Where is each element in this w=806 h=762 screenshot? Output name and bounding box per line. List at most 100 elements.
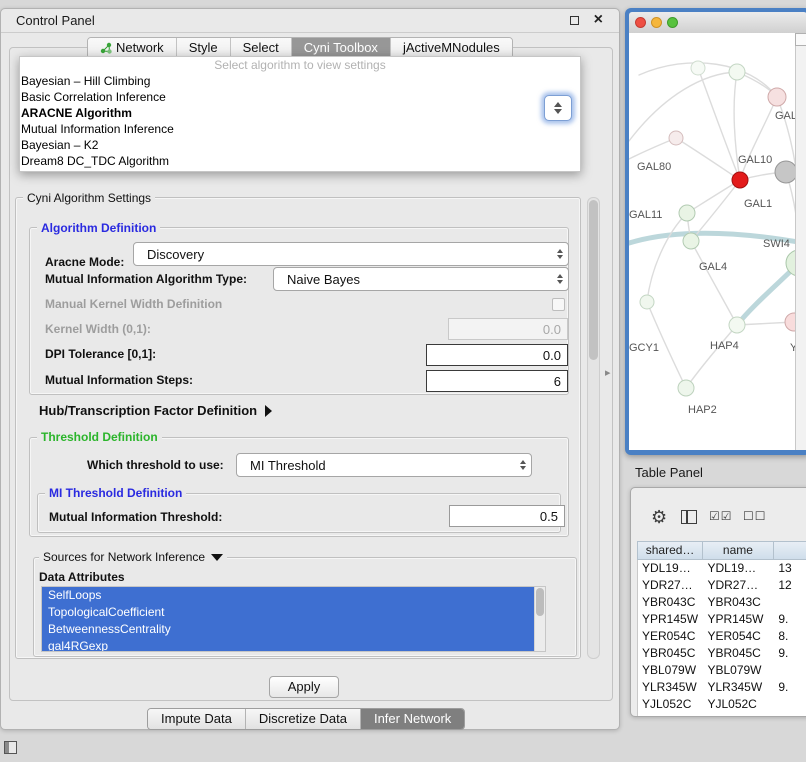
float-window-icon[interactable]	[570, 16, 579, 25]
table-row[interactable]: YDR27…YDR27…12	[638, 577, 806, 594]
table-cell: YDL19…	[638, 560, 703, 577]
close-button[interactable]	[635, 17, 646, 28]
table-row[interactable]: YPR145WYPR145W9.	[638, 611, 806, 628]
network-edge[interactable]	[676, 138, 740, 180]
network-node[interactable]	[691, 61, 705, 75]
network-node[interactable]	[683, 233, 699, 249]
network-edge[interactable]	[629, 138, 676, 159]
network-node-label: GCY1	[629, 342, 659, 354]
network-node[interactable]	[775, 161, 797, 183]
zoom-button[interactable]	[667, 17, 678, 28]
tab-cyni-toolbox[interactable]: Cyni Toolbox	[292, 38, 391, 58]
aracne-mode-combobox[interactable]: Discovery	[133, 242, 569, 266]
column-header-extra[interactable]	[774, 542, 806, 559]
algorithm-option[interactable]: ARACNE Algorithm	[20, 105, 580, 121]
aracne-mode-label: Aracne Mode:	[45, 254, 124, 270]
algorithm-option[interactable]: Bayesian – Hill Climbing	[20, 73, 580, 89]
table-row[interactable]: YBR045CYBR045C9.	[638, 645, 806, 662]
settings-scrollbar[interactable]	[587, 197, 600, 659]
network-node[interactable]	[678, 380, 694, 396]
algorithm-option[interactable]: Mutual Information Inference	[20, 121, 580, 137]
table-row[interactable]: YDL19…YDL19…13	[638, 560, 806, 577]
tab-label: jActiveMNodules	[403, 38, 500, 58]
table-row[interactable]: YBR043CYBR043C	[638, 594, 806, 611]
data-attribute-item[interactable]: SelfLoops	[42, 587, 534, 604]
data-attributes-list[interactable]: SelfLoopsTopologicalCoefficientBetweenne…	[41, 586, 546, 652]
mi-threshold-field[interactable]: 0.5	[449, 505, 565, 527]
algorithm-option[interactable]: Bayesian – K2	[20, 137, 580, 153]
network-node-label: GAL4	[699, 261, 727, 273]
network-node[interactable]	[732, 172, 748, 188]
dpi-tolerance-label: DPI Tolerance [0,1]:	[45, 346, 156, 362]
manual-kernel-checkbox[interactable]	[552, 298, 565, 311]
network-scroll-up-button[interactable]	[795, 33, 806, 46]
tab-style[interactable]: Style	[177, 38, 231, 58]
column-header-shared-[interactable]: shared…	[638, 542, 703, 559]
table-cell	[774, 696, 806, 713]
bottom-tab-infer-network[interactable]: Infer Network	[361, 709, 464, 729]
hub-definition-toggle[interactable]: Hub/Transcription Factor Definition	[39, 403, 272, 419]
network-node[interactable]	[679, 205, 695, 221]
network-edge[interactable]	[691, 241, 737, 325]
dpi-tolerance-field[interactable]: 0.0	[426, 344, 568, 366]
table-row[interactable]: YLR345WYLR345W9.	[638, 679, 806, 696]
restore-panel-icon[interactable]	[4, 741, 17, 754]
deselect-all-checks-icon[interactable]: ☐☐	[743, 509, 767, 523]
tab-jactivemnodules[interactable]: jActiveMNodules	[391, 38, 512, 58]
sources-toggle[interactable]: Sources for Network Inference	[39, 550, 227, 564]
panel-title: Control Panel	[16, 13, 95, 28]
data-attribute-item[interactable]: gal4RGexp	[42, 638, 534, 652]
close-panel-icon[interactable]: ×	[594, 11, 603, 29]
node-table: shared…name YDL19…YDL19…13YDR27…YDR27…12…	[637, 541, 806, 716]
stepper-up-icon	[554, 102, 562, 107]
network-node[interactable]	[640, 295, 654, 309]
network-edge[interactable]	[686, 325, 737, 388]
data-attribute-item[interactable]: TopologicalCoefficient	[42, 604, 534, 621]
network-edge[interactable]	[687, 180, 740, 213]
mi-type-combobox[interactable]: Naive Bayes	[273, 267, 569, 291]
column-header-name[interactable]: name	[703, 542, 774, 559]
bottom-tab-impute-data[interactable]: Impute Data	[148, 709, 246, 729]
table-cell: 13	[774, 560, 806, 577]
network-edge[interactable]	[639, 63, 777, 97]
column-selector-icon[interactable]	[681, 510, 697, 524]
attributes-scrollbar[interactable]	[534, 587, 545, 651]
apply-button[interactable]: Apply	[269, 676, 339, 698]
tab-network[interactable]: Network	[88, 38, 177, 58]
network-edge[interactable]	[647, 213, 687, 302]
network-window-titlebar[interactable]	[629, 12, 806, 33]
network-scrollbar[interactable]	[795, 33, 806, 450]
network-node[interactable]	[768, 88, 786, 106]
algorithm-option[interactable]: Dream8 DC_TDC Algorithm	[20, 153, 580, 169]
panel-splitter-arrow-icon[interactable]: ▸	[605, 366, 611, 379]
network-node[interactable]	[729, 317, 745, 333]
network-node[interactable]	[729, 64, 745, 80]
control-panel-titlebar[interactable]: Control Panel ×	[1, 9, 619, 33]
attributes-scrollbar-thumb[interactable]	[536, 588, 544, 616]
minimize-button[interactable]	[651, 17, 662, 28]
data-attribute-item[interactable]: BetweennessCentrality	[42, 621, 534, 638]
network-node[interactable]	[669, 131, 683, 145]
tab-select[interactable]: Select	[231, 38, 292, 58]
hub-definition-label: Hub/Transcription Factor Definition	[39, 403, 257, 418]
tab-label: Network	[116, 38, 164, 58]
algorithm-combobox-stepper[interactable]	[544, 95, 572, 121]
kernel-width-field[interactable]: 0.0	[448, 318, 568, 340]
table-cell: 9.	[774, 645, 806, 662]
algorithm-option[interactable]: Basic Correlation Inference	[20, 89, 580, 105]
table-cell: YPR145W	[638, 611, 703, 628]
table-row[interactable]: YBL079WYBL079W	[638, 662, 806, 679]
settings-scrollbar-thumb[interactable]	[589, 200, 598, 360]
table-cell: YJL052C	[638, 696, 703, 713]
table-cell: 9.	[774, 679, 806, 696]
select-all-checks-icon[interactable]: ☑☑	[709, 509, 733, 523]
mi-steps-field[interactable]: 6	[426, 370, 568, 392]
table-row[interactable]: YER054CYER054C8.	[638, 628, 806, 645]
table-row[interactable]: YJL052CYJL052C	[638, 696, 806, 713]
network-canvas[interactable]: GAL7GAL80GAL10GAL11GAL1SWI4GAL4GCY1HAP4Y…	[629, 33, 806, 450]
bottom-tab-discretize-data[interactable]: Discretize Data	[246, 709, 361, 729]
which-threshold-combobox[interactable]: MI Threshold	[236, 453, 532, 477]
table-settings-gear-icon[interactable]: ⚙	[651, 507, 667, 528]
network-edge[interactable]	[740, 97, 777, 180]
table-cell: YBL079W	[638, 662, 703, 679]
